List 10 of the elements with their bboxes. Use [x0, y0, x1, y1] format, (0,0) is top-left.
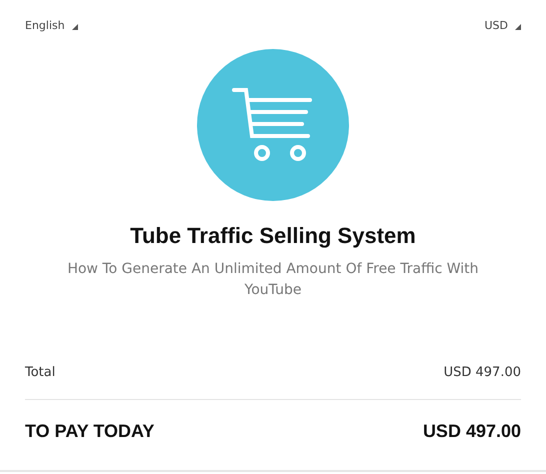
total-label: Total — [25, 365, 56, 380]
currency-selector[interactable]: USD — [484, 18, 521, 32]
caret-icon — [515, 24, 521, 30]
language-selector[interactable]: English — [25, 18, 78, 32]
pay-today-value: USD 497.00 — [422, 421, 521, 442]
caret-icon — [72, 24, 78, 30]
pay-today-label: TO PAY TODAY — [25, 421, 154, 442]
product-title: Tube Traffic Selling System — [129, 223, 417, 249]
product-subtitle: How To Generate An Unlimited Amount Of Free Traffic With YouTube — [66, 260, 480, 300]
total-value: USD 497.00 — [444, 365, 521, 380]
